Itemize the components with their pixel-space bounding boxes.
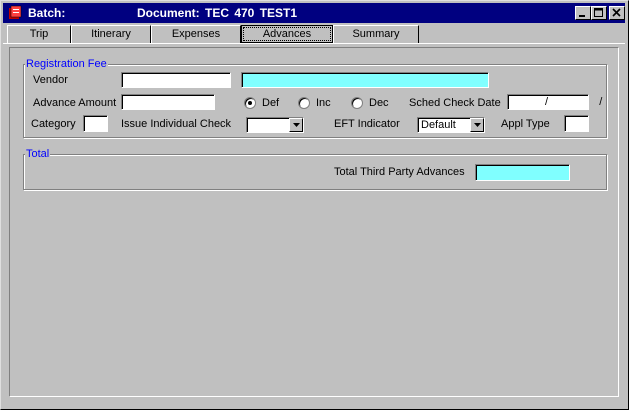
vendor-label: Vendor [33,74,68,86]
inc-radio-label[interactable]: Inc [316,97,331,109]
inc-radio[interactable] [298,97,310,109]
minimize-icon [579,15,585,17]
tab-itinerary[interactable]: Itinerary [71,25,151,43]
category-input[interactable] [83,115,108,132]
batch-app-icon[interactable] [7,5,23,21]
issue-individual-check-dropdown[interactable] [246,117,304,133]
advances-panel: Registration Fee Vendor Advance Amount D… [9,47,619,397]
radio-selected-dot [248,101,252,105]
def-radio-label[interactable]: Def [262,97,279,109]
maximize-button[interactable] [591,6,607,20]
total-group: Total Total Third Party Advances [23,148,607,190]
eft-indicator-dropdown[interactable]: Default [417,117,485,133]
close-icon [612,8,621,17]
tab-divider [3,43,625,44]
minimize-button[interactable] [575,6,591,20]
vendor-code-input[interactable] [121,72,231,88]
maximize-icon [594,8,603,17]
tab-expenses-label: Expenses [171,28,221,40]
title-bar[interactable]: Batch: Document: TEC 470 TEST1 [3,3,625,23]
close-button[interactable] [609,6,625,20]
chevron-down-icon [474,123,481,127]
tab-advances[interactable]: Advances [241,25,333,43]
def-radio[interactable] [244,97,256,109]
tab-trip[interactable]: Trip [7,25,71,43]
category-label: Category [31,118,76,130]
window-title-document: Document: TEC 470 TEST1 [137,6,298,20]
issue-check-dropdown-button[interactable] [289,118,303,132]
tab-itinerary-label: Itinerary [91,28,131,40]
advance-amount-label: Advance Amount [33,97,117,109]
dec-radio[interactable] [351,97,363,109]
total-third-party-advances-label: Total Third Party Advances [334,166,465,178]
tab-summary[interactable]: Summary [333,25,419,43]
sched-check-date-value: / / [528,96,603,108]
app-window: Batch: Document: TEC 470 TEST1 Trip Itin… [0,0,629,410]
vendor-name-field [241,72,489,88]
tab-advances-label: Advances [262,28,312,40]
chevron-down-icon [293,123,300,127]
window-title-app: Batch: [28,6,66,20]
registration-fee-legend: Registration Fee [25,58,108,70]
appl-type-label: Appl Type [501,118,550,130]
dec-radio-label[interactable]: Dec [369,97,389,109]
registration-fee-group: Registration Fee Vendor Advance Amount D… [23,58,607,138]
eft-indicator-value: Default [421,119,456,131]
tab-trip-label: Trip [29,28,49,40]
advance-amount-input[interactable] [121,94,215,110]
sched-check-date-input[interactable]: / / [507,94,602,110]
tab-expenses[interactable]: Expenses [151,25,241,43]
tab-summary-label: Summary [352,28,400,40]
total-legend: Total [25,148,51,160]
eft-indicator-dropdown-button[interactable] [470,118,484,132]
sched-check-date-label: Sched Check Date [409,97,501,109]
issue-individual-check-label: Issue Individual Check [121,118,232,130]
eft-indicator-label: EFT Indicator [334,118,400,130]
total-third-party-advances-field [475,164,570,181]
appl-type-input[interactable] [564,115,589,132]
